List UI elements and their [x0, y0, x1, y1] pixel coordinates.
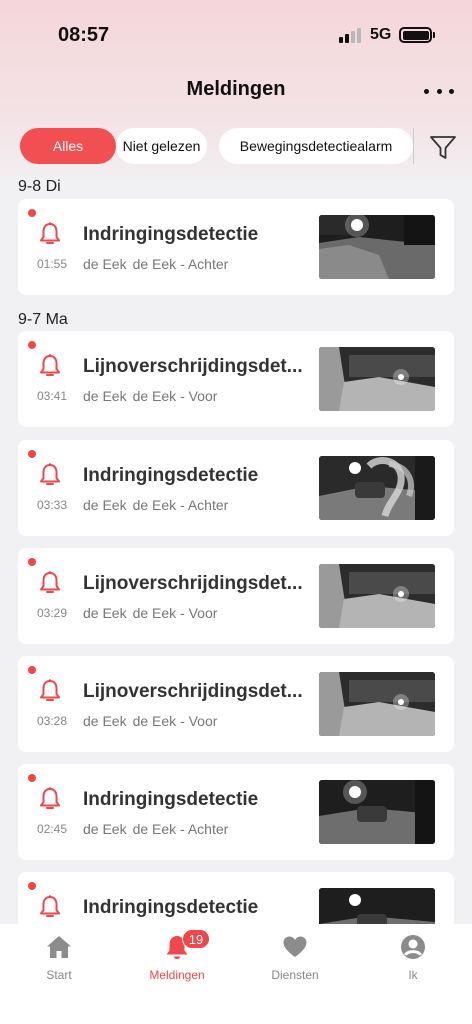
tab-diensten[interactable]: Diensten: [236, 924, 354, 994]
tab-start[interactable]: Start: [0, 924, 118, 994]
unread-dot: [28, 341, 36, 349]
notification-location: de Eek de Eek - Voor: [83, 388, 218, 404]
notification-card[interactable]: 03:29 Lijnoverschrijdingsdet... de Eek de…: [18, 548, 454, 644]
tab-label: Ik: [408, 968, 418, 982]
network-label: 5G: [370, 26, 392, 43]
notification-location: de Eek de Eek - Achter: [83, 821, 229, 837]
bell-icon: [40, 787, 60, 809]
unread-count-badge: 19: [182, 929, 210, 949]
unread-dot: [28, 450, 36, 458]
notification-card[interactable]: 02:45 Indringingsdetectie de Eek de Eek -…: [18, 764, 454, 860]
page-title: Meldingen: [186, 78, 286, 100]
filter-chip-alles[interactable]: Alles: [20, 128, 116, 164]
status-bar: 08:57 5G: [0, 0, 472, 60]
tab-bar: Start 19 Meldingen Diensten Ik: [0, 924, 472, 1024]
battery-icon: [399, 27, 432, 43]
bell-icon: [40, 679, 60, 701]
person-icon: [401, 935, 425, 959]
notification-title: Lijnoverschrijdingsdet...: [83, 681, 303, 702]
bell-icon: [40, 571, 60, 593]
camera-snapshot[interactable]: [319, 780, 435, 844]
notification-card[interactable]: 03:33 Indringingsdetectie de Eek de Eek -…: [18, 440, 454, 536]
filter-divider: [413, 128, 414, 164]
notification-title: Indringingsdetectie: [83, 465, 259, 486]
notification-time: 01:55: [36, 257, 68, 271]
notification-time: 03:41: [36, 389, 68, 403]
filter-bar: Alles Niet gelezen Bewegingsdetectiealar…: [0, 128, 472, 164]
more-icon[interactable]: [424, 80, 454, 102]
notification-time: 03:33: [36, 498, 68, 512]
notification-location: de Eek de Eek - Voor: [83, 605, 218, 621]
filter-chip-bewegingsdetectiealarm[interactable]: Bewegingsdetectiealarm: [219, 128, 413, 164]
camera-snapshot[interactable]: [319, 215, 435, 279]
tab-label: Start: [46, 968, 72, 982]
camera-snapshot[interactable]: [319, 456, 435, 520]
signal-icon: [339, 27, 363, 43]
notification-title: Indringingsdetectie: [83, 897, 259, 918]
camera-snapshot[interactable]: [319, 347, 435, 411]
bell-icon: [40, 222, 60, 244]
tab-label: Diensten: [271, 968, 319, 982]
tab-label: Meldingen: [149, 968, 205, 982]
notification-time: 02:45: [36, 822, 68, 836]
bell-icon: [40, 463, 60, 485]
notification-location: de Eek de Eek - Achter: [83, 256, 229, 272]
notification-title: Lijnoverschrijdingsdet...: [83, 356, 303, 377]
notification-card[interactable]: 01:55 Indringingsdetectie de Eek de Eek -…: [18, 199, 454, 295]
bell-icon: [40, 354, 60, 376]
funnel-icon[interactable]: [428, 132, 458, 162]
notification-card[interactable]: 03:41 Lijnoverschrijdingsdet... de Eek de…: [18, 331, 454, 427]
notification-title: Lijnoverschrijdingsdet...: [83, 573, 303, 594]
notification-title: Indringingsdetectie: [83, 789, 259, 810]
heart-icon: [283, 936, 307, 957]
notification-time: 03:28: [36, 714, 68, 728]
unread-dot: [28, 882, 36, 890]
bell-icon: [40, 895, 60, 917]
notification-time: 03:29: [36, 606, 68, 620]
unread-dot: [28, 666, 36, 674]
house-icon: [47, 936, 71, 958]
notification-location: de Eek de Eek - Achter: [83, 497, 229, 513]
tab-meldingen[interactable]: 19 Meldingen: [118, 924, 236, 994]
camera-snapshot[interactable]: [319, 564, 435, 628]
unread-dot: [28, 209, 36, 217]
status-time: 08:57: [58, 24, 110, 46]
camera-snapshot[interactable]: [319, 672, 435, 736]
notification-title: Indringingsdetectie: [83, 224, 259, 245]
unread-dot: [28, 774, 36, 782]
date-header: 9-7 Ma: [18, 311, 68, 328]
date-header: 9-8 Di: [18, 178, 61, 195]
unread-dot: [28, 558, 36, 566]
notification-location: de Eek de Eek - Voor: [83, 713, 218, 729]
filter-chip-niet-gelezen[interactable]: Niet gelezen: [116, 128, 207, 164]
notification-card[interactable]: 03:28 Lijnoverschrijdingsdet... de Eek de…: [18, 656, 454, 752]
tab-ik[interactable]: Ik: [354, 924, 472, 994]
